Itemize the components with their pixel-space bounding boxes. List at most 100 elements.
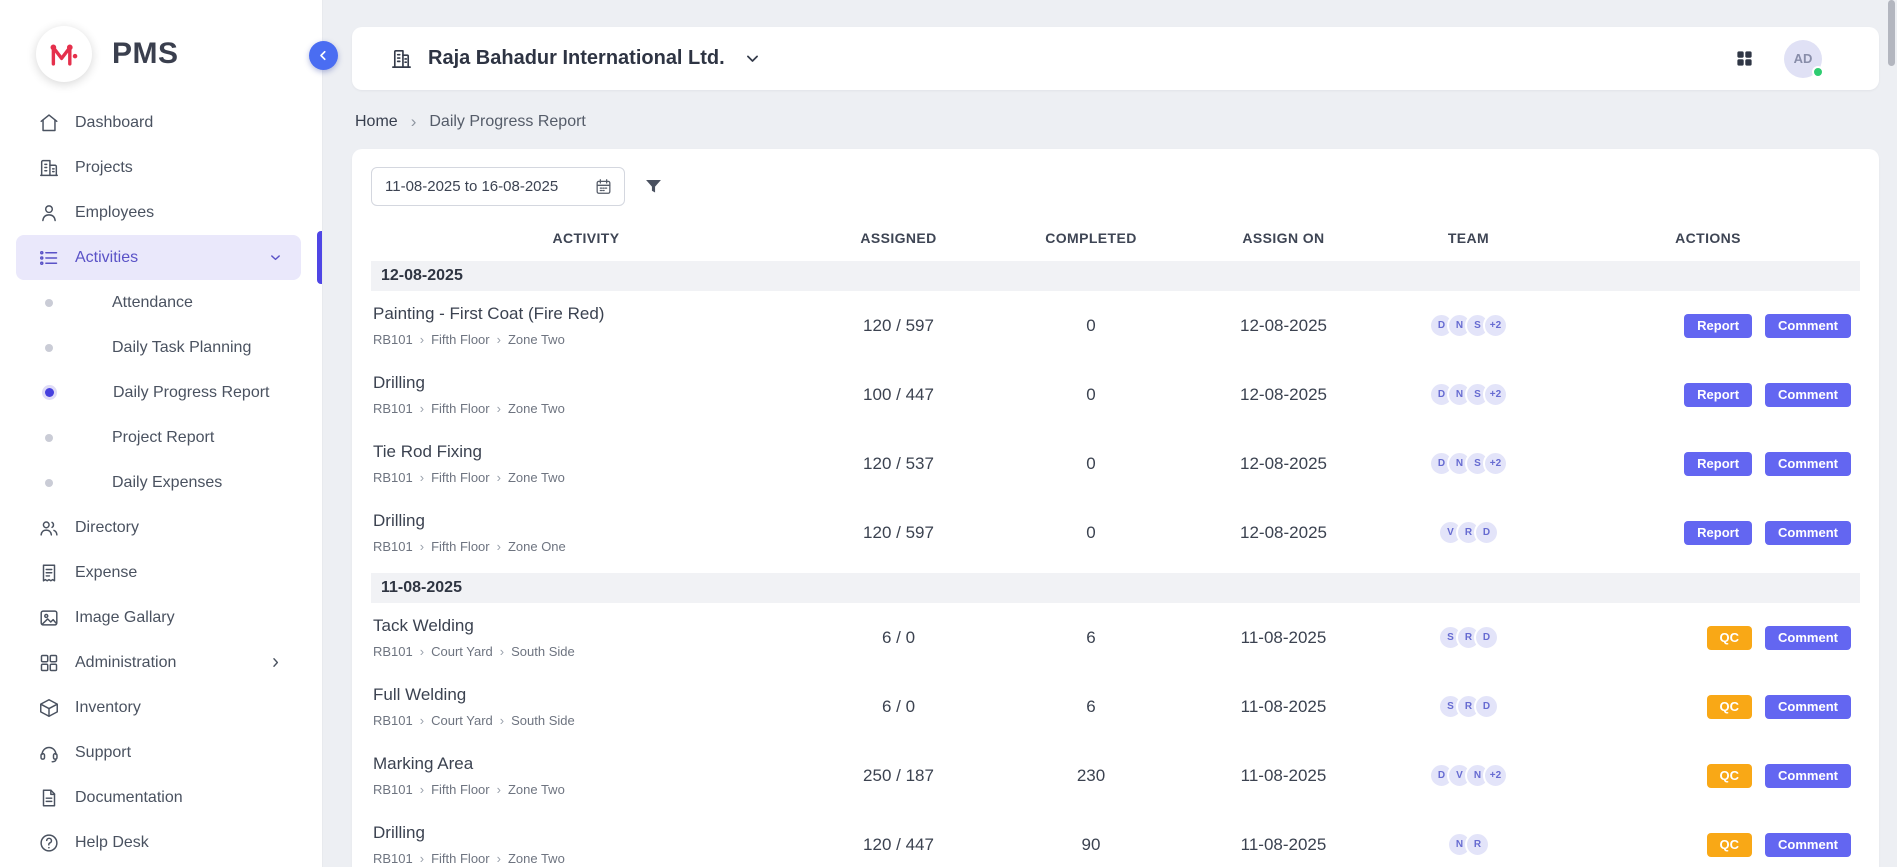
scrollbar[interactable]: [1888, 0, 1895, 66]
comment-button[interactable]: Comment: [1765, 521, 1851, 545]
comment-button[interactable]: Comment: [1765, 452, 1851, 476]
qc-button[interactable]: QC: [1707, 833, 1753, 857]
path-segment: Zone One: [508, 539, 566, 554]
path-segment: Fifth Floor: [431, 782, 490, 797]
chevron-left-icon: [316, 48, 331, 63]
online-status-dot: [1812, 66, 1824, 78]
activity-name: Tack Welding: [373, 616, 793, 636]
activity-cell: DrillingRB101›Fifth Floor›Zone Two: [371, 373, 801, 416]
sidebar-subitem-project-report[interactable]: Project Report: [0, 415, 322, 460]
sidebar-item-dashboard[interactable]: Dashboard: [16, 100, 301, 145]
avatar[interactable]: AD: [1784, 40, 1822, 78]
team-avatars: DNS+2: [1381, 382, 1556, 407]
sidebar-item-support[interactable]: Support: [16, 730, 301, 775]
path-segment: RB101: [373, 644, 413, 659]
report-button[interactable]: Report: [1684, 383, 1752, 407]
report-button[interactable]: Report: [1684, 521, 1752, 545]
avatar-initials: AD: [1794, 51, 1813, 66]
row-actions: Report Comment: [1556, 383, 1860, 407]
active-indicator: [317, 231, 322, 284]
sidebar-item-activities[interactable]: Activities: [16, 235, 301, 280]
qc-button[interactable]: QC: [1707, 626, 1753, 650]
help-desk-icon: [38, 832, 60, 854]
table-row: Tie Rod FixingRB101›Fifth Floor›Zone Two…: [371, 429, 1860, 498]
assigned-value: 120 / 537: [801, 454, 996, 474]
bullet-icon: [45, 299, 53, 307]
company-selector[interactable]: Raja Bahadur International Ltd.: [390, 47, 761, 70]
sidebar-collapse-button[interactable]: [309, 41, 338, 70]
comment-button[interactable]: Comment: [1765, 314, 1851, 338]
path-segment: Court Yard: [431, 644, 493, 659]
support-icon: [38, 742, 60, 764]
chevron-right-icon: ›: [497, 783, 501, 796]
comment-button[interactable]: Comment: [1765, 383, 1851, 407]
assigned-value: 250 / 187: [801, 766, 996, 786]
team-avatars: DNS+2: [1381, 451, 1556, 476]
sidebar-subitem-daily-expenses[interactable]: Daily Expenses: [0, 460, 322, 505]
team-extra-count[interactable]: +2: [1483, 313, 1508, 338]
path-segment: Fifth Floor: [431, 470, 490, 485]
team-extra-count[interactable]: +2: [1483, 382, 1508, 407]
sidebar-item-inventory[interactable]: Inventory: [16, 685, 301, 730]
team-avatars: SRD: [1381, 625, 1556, 650]
breadcrumb-home[interactable]: Home: [355, 113, 398, 131]
path-segment: Fifth Floor: [431, 401, 490, 416]
comment-button[interactable]: Comment: [1765, 833, 1851, 857]
activity-path: RB101›Court Yard›South Side: [373, 713, 793, 728]
activity-path: RB101›Fifth Floor›Zone One: [373, 539, 793, 554]
sidebar-subitem-daily-task-planning[interactable]: Daily Task Planning: [0, 325, 322, 370]
chevron-right-icon: ›: [497, 852, 501, 865]
path-segment: RB101: [373, 782, 413, 797]
topbar: Raja Bahadur International Ltd. AD: [352, 27, 1879, 90]
sidebar-item-label: Help Desk: [75, 834, 149, 852]
sidebar-item-projects[interactable]: Projects: [16, 145, 301, 190]
team-avatars: VRD: [1381, 520, 1556, 545]
comment-button[interactable]: Comment: [1765, 695, 1851, 719]
path-segment: Zone Two: [508, 401, 565, 416]
sidebar-item-image-gallary[interactable]: Image Gallary: [16, 595, 301, 640]
completed-value: 0: [996, 316, 1186, 336]
comment-button[interactable]: Comment: [1765, 626, 1851, 650]
assign-on-date: 11-08-2025: [1186, 835, 1381, 855]
table-row: DrillingRB101›Fifth Floor›Zone Two120 / …: [371, 810, 1860, 867]
filter-icon[interactable]: [643, 176, 664, 197]
chevron-right-icon: ›: [420, 540, 424, 553]
completed-value: 230: [996, 766, 1186, 786]
chevron-right-icon: ›: [497, 471, 501, 484]
bullet-icon: [45, 388, 54, 397]
assigned-value: 6 / 0: [801, 628, 996, 648]
activity-name: Drilling: [373, 823, 793, 843]
chevron-right-icon: [268, 655, 283, 670]
assigned-value: 120 / 597: [801, 316, 996, 336]
assigned-value: 120 / 447: [801, 835, 996, 855]
column-header-assigned: ASSIGNED: [801, 230, 996, 246]
team-extra-count[interactable]: +2: [1483, 451, 1508, 476]
qc-button[interactable]: QC: [1707, 695, 1753, 719]
sidebar-subitem-label: Attendance: [112, 294, 193, 312]
sidebar-item-administration[interactable]: Administration: [16, 640, 301, 685]
path-segment: Zone Two: [508, 782, 565, 797]
path-segment: RB101: [373, 332, 413, 347]
sidebar-subitem-attendance[interactable]: Attendance: [0, 280, 322, 325]
team-avatars: NR: [1381, 832, 1556, 857]
date-range-input[interactable]: 11-08-2025 to 16-08-2025: [371, 167, 625, 206]
sidebar-item-expense[interactable]: Expense: [16, 550, 301, 595]
activity-cell: Full WeldingRB101›Court Yard›South Side: [371, 685, 801, 728]
dashboard-icon: [38, 112, 60, 134]
table-body: 12-08-2025 Painting - First Coat (Fire Re…: [371, 261, 1860, 867]
sidebar-subitem-daily-progress-report[interactable]: Daily Progress Report: [0, 370, 322, 415]
assign-on-date: 12-08-2025: [1186, 316, 1381, 336]
apps-grid-icon[interactable]: [1735, 49, 1754, 68]
table-row: DrillingRB101›Fifth Floor›Zone Two100 / …: [371, 360, 1860, 429]
sidebar-item-documentation[interactable]: Documentation: [16, 775, 301, 820]
sidebar-item-help-desk[interactable]: Help Desk: [16, 820, 301, 865]
activity-name: Painting - First Coat (Fire Red): [373, 304, 793, 324]
report-button[interactable]: Report: [1684, 314, 1752, 338]
team-extra-count[interactable]: +2: [1483, 763, 1508, 788]
report-button[interactable]: Report: [1684, 452, 1752, 476]
sidebar-item-employees[interactable]: Employees: [16, 190, 301, 235]
comment-button[interactable]: Comment: [1765, 764, 1851, 788]
qc-button[interactable]: QC: [1707, 764, 1753, 788]
sidebar-item-directory[interactable]: Directory: [16, 505, 301, 550]
team-avatar: D: [1474, 625, 1499, 650]
